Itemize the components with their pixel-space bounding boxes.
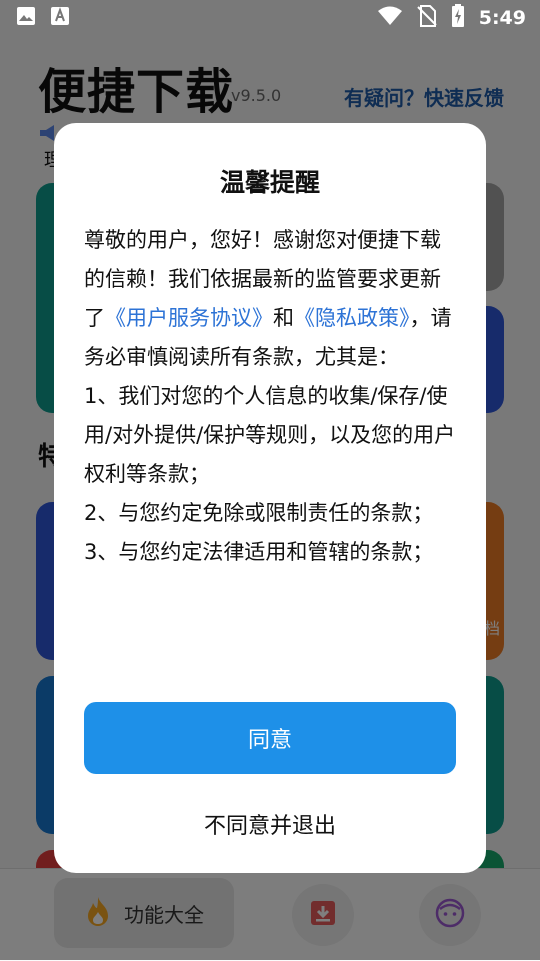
font-download-icon [50,6,70,30]
terms-link[interactable]: 《用户服务协议》 [105,306,273,330]
battery-charging-icon [451,4,465,32]
dialog-body[interactable]: 尊敬的用户，您好！感谢您对便捷下载的信赖！我们依据最新的监管要求更新了《用户服务… [84,221,456,664]
no-sim-icon [417,5,437,31]
privacy-link[interactable]: 《隐私政策》 [294,306,410,330]
image-icon [16,6,36,30]
and-text: 和 [273,306,294,330]
list-item: 1、我们对您的个人信息的收集/保存/使用/对外提供/保护等规则，以及您的用户权利… [84,384,456,486]
clock: 5:49 [478,7,526,29]
list-item: 2、与您约定免除或限制责任的条款； [84,501,434,525]
list-item: 3、与您约定法律适用和管辖的条款； [84,540,434,564]
dialog-intro: 尊敬的用户，您好！感谢您对便捷下载的信赖！我们依据最新的监管要求更新了《用户服务… [84,221,456,377]
agree-button[interactable]: 同意 [84,702,456,774]
status-bar: 5:49 [0,0,540,36]
wifi-icon [377,6,403,30]
dialog-title: 温馨提醒 [219,168,320,197]
disagree-exit-button[interactable]: 不同意并退出 [54,808,486,840]
privacy-dialog: 温馨提醒 尊敬的用户，您好！感谢您对便捷下载的信赖！我们依据最新的监管要求更新了… [54,123,486,873]
